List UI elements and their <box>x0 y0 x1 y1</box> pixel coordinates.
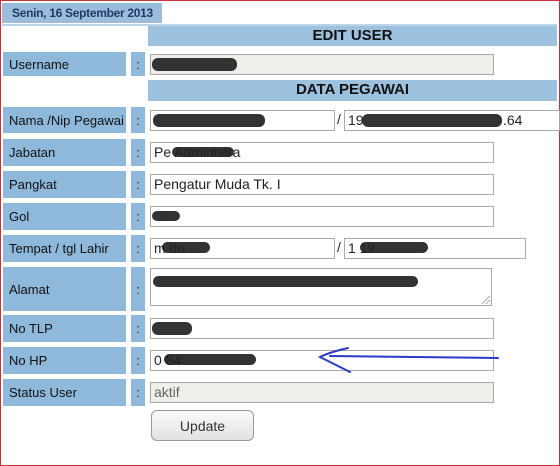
annotation-arrow-icon <box>317 347 499 373</box>
